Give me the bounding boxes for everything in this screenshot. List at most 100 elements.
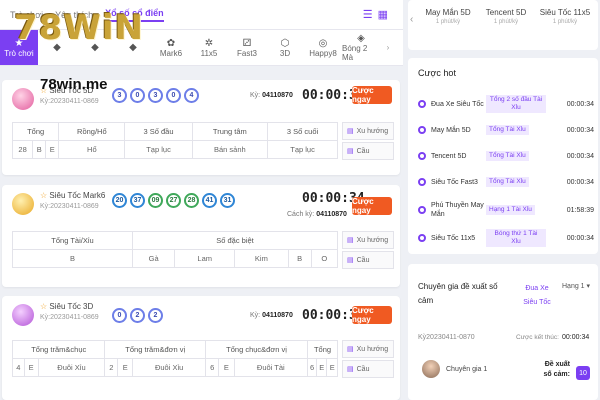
result-ball: 20 — [112, 193, 127, 208]
cell: E — [45, 140, 60, 159]
cau-link[interactable]: ▤ Cầu — [342, 360, 394, 378]
cell: E — [23, 358, 39, 377]
game-card-3d: ☆ Siêu Tốc 3D Kỳ:20230411-0869 0 2 2 Kỳ:… — [2, 296, 400, 400]
bet-now-button[interactable]: Cược ngay — [352, 306, 392, 324]
game-icon — [12, 304, 34, 326]
result-ball: 3 — [112, 88, 127, 103]
expert-game-select[interactable]: Đua Xe Siêu Tốc — [520, 282, 554, 310]
result-ball: 2 — [148, 308, 163, 323]
quick-games: ‹ May Mắn 5D 1 phút/kỳ Tencent 5D 1 phút/k… — [408, 0, 598, 50]
cell: 6 — [307, 358, 318, 377]
trend-link[interactable]: ▤ Xu hướng — [342, 231, 394, 249]
col-header: Tổng chục&đơn vị — [205, 340, 309, 359]
hot-title: Cược hot — [418, 68, 456, 78]
tab-bong2ma[interactable]: ◈ Bóng 2 Mà — [342, 30, 380, 65]
col-header: Tổng trăm&đơn vị — [104, 340, 207, 359]
cau-link[interactable]: ▤ Cầu — [342, 142, 394, 160]
next-period: Kỳ: 04110870 — [250, 312, 293, 319]
cell: E — [315, 358, 328, 377]
quick-game[interactable]: Siêu Tốc 11x5 1 phút/kỳ — [536, 8, 594, 25]
hot-item[interactable]: Đua Xe Siêu Tốc Tổng 2 số đầu Tài Xỉu 00:0… — [418, 94, 594, 114]
result-ball: 4 — [184, 88, 199, 103]
quick-game[interactable]: Tencent 5D 1 phút/kỳ — [478, 8, 534, 25]
hot-item[interactable]: Siêu Tốc Fast3 Tổng Tài Xỉu 00:00:34 — [418, 172, 594, 192]
cell: 28 — [11, 140, 34, 159]
tabs-next-icon[interactable]: › — [380, 30, 396, 65]
tab-happy8[interactable]: ◎ Happy8 — [304, 30, 342, 65]
trend-icon: ▤ — [347, 346, 354, 353]
result-balls: 0 2 2 — [112, 308, 166, 323]
result-ball: 37 — [130, 193, 145, 208]
side-links: ▤ Xu hướng ▤ Cầu — [342, 231, 394, 271]
right-column: ‹ May Mắn 5D 1 phút/kỳ Tencent 5D 1 phút/k… — [408, 0, 600, 400]
bet-now-button[interactable]: Cược ngay — [352, 86, 392, 104]
cell: 2 — [104, 358, 119, 377]
expert-name: Chuyên gia 1 — [446, 366, 488, 373]
col-header: Trung tâm — [191, 122, 269, 141]
bet-now-button[interactable]: Cược ngay — [352, 197, 392, 215]
cell: 6 — [205, 358, 220, 377]
result-ball: 27 — [166, 193, 181, 208]
brand-site: 78win.me — [40, 76, 108, 93]
game-period: Kỳ:20230411-0869 — [40, 98, 99, 105]
cell: E — [117, 358, 134, 377]
favorite-star-icon[interactable]: ☆ — [40, 191, 49, 200]
side-links: ▤ Xu hướng ▤ Cầu — [342, 122, 394, 162]
stats-table: Tổng Rồng/Hổ 3 Số đầu Trung tâm 3 Số cuố… — [11, 122, 338, 159]
cell: Đuôi Tài — [233, 358, 309, 377]
trend-icon: ▤ — [347, 237, 354, 244]
cell: 4 — [12, 358, 25, 377]
game-icon — [12, 193, 34, 215]
game-period: Kỳ:20230411-0869 — [40, 314, 99, 321]
col-header: 3 Số cuối — [267, 122, 338, 141]
result-ball: 3 — [148, 88, 163, 103]
end-time: 00:00:34 — [562, 334, 590, 341]
hot-item[interactable]: Tencent 5D Tổng Tài Xỉu 00:00:34 — [418, 146, 594, 166]
cell: Tạp lục — [267, 140, 338, 159]
main-column: Trò chơi Yêu thích Xổ số cổ điển ☰▦ ★ Trò… — [0, 0, 403, 400]
end-label: Cược kết thúc: — [516, 334, 559, 341]
cell: Đuôi Xỉu — [37, 358, 106, 377]
tab-mark6[interactable]: ✿ Mark6 — [152, 30, 190, 65]
hot-item[interactable]: Siêu Tốc 11x5 Bóng thứ 1 Tài Xỉu 00:00:34 — [418, 228, 594, 248]
cau-link[interactable]: ▤ Cầu — [342, 251, 394, 269]
view-toggle-icon[interactable]: ☰▦ — [363, 8, 393, 21]
favorite-star-icon[interactable]: ☆ — [40, 302, 49, 311]
cau-icon: ▤ — [347, 366, 354, 373]
result-ball: 31 — [220, 193, 235, 208]
bullet-icon — [418, 126, 426, 134]
col-header: Rồng/Hổ — [58, 122, 126, 141]
hot-item[interactable]: Phú Thuyền May Mắn Hạng 1 Tài Xỉu 01:58:39 — [418, 200, 594, 220]
stats-table: Tổng Tài/Xỉu Số đặc biệt B Gà Lam Kim B … — [12, 231, 339, 268]
game-name: ☆ Siêu Tốc Mark6 — [40, 191, 106, 200]
prev-icon[interactable]: ‹ — [410, 14, 413, 25]
result-ball: 0 — [112, 308, 127, 323]
trend-link[interactable]: ▤ Xu hướng — [342, 340, 394, 358]
bullet-icon — [418, 152, 426, 160]
tab-3d[interactable]: ⬡ 3D — [266, 30, 304, 65]
result-ball: 28 — [184, 193, 199, 208]
bullet-icon — [418, 234, 426, 242]
tab-fast3[interactable]: ⚂ Fast3 — [228, 30, 266, 65]
bullet-icon — [418, 100, 426, 108]
game-period: Kỳ:20230411-0869 — [40, 203, 99, 210]
expert-title: Chuyên gia đề xuất số cảm — [418, 282, 498, 305]
cell: Tạp lục — [124, 140, 193, 159]
cell: B — [32, 140, 47, 159]
trend-link[interactable]: ▤ Xu hướng — [342, 122, 394, 140]
cell: Lam — [174, 249, 236, 268]
bullet-icon — [418, 206, 426, 214]
expert-panel: Chuyên gia đề xuất số cảm Đua Xe Siêu Tố… — [408, 264, 598, 400]
cell: E — [326, 358, 338, 377]
rank-select[interactable]: Hạng 1 ▾ — [562, 282, 590, 290]
game-card-mark6: ☆ Siêu Tốc Mark6 Kỳ:20230411-0869 20 37 … — [2, 185, 400, 287]
side-links: ▤ Xu hướng ▤ Cầu — [342, 340, 394, 380]
result-balls: 3 0 3 0 4 — [112, 88, 202, 103]
result-ball: 2 — [130, 308, 145, 323]
next-period: Kỳ: 04110870 — [250, 92, 293, 99]
hot-item[interactable]: May Mắn 5D Tổng Tài Xỉu 00:00:34 — [418, 120, 594, 140]
quick-game[interactable]: May Mắn 5D 1 phút/kỳ — [420, 8, 476, 25]
tab-11x5[interactable]: ✲ 11x5 — [190, 30, 228, 65]
cau-icon: ▤ — [347, 257, 354, 264]
col-header: Tổng — [11, 122, 60, 141]
